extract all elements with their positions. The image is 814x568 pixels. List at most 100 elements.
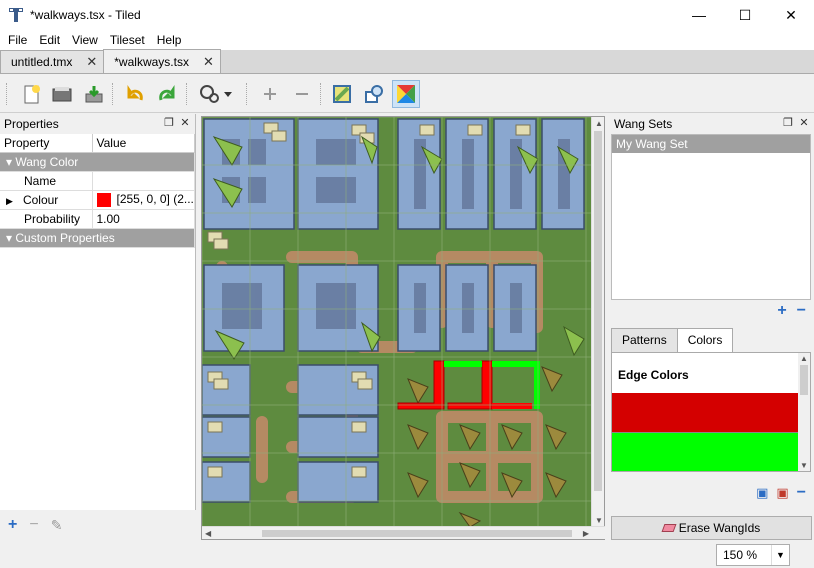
edge-color-green[interactable]: [612, 433, 810, 471]
property-value[interactable]: 1.00: [92, 209, 195, 229]
tab-close-icon[interactable]: ✕: [86, 54, 97, 70]
wang-set-item[interactable]: My Wang Set: [612, 135, 810, 153]
property-value[interactable]: [255, 0, 0] (2...: [117, 192, 194, 206]
menu-file[interactable]: File: [2, 30, 33, 50]
add-wang-set-icon[interactable]: +: [777, 302, 786, 320]
add-corner-color-icon[interactable]: ▣: [776, 485, 788, 501]
colors-scrollbar[interactable]: ▲ ▼: [798, 353, 810, 471]
undo-button[interactable]: [122, 80, 150, 108]
colors-scroll-thumb[interactable]: [800, 365, 808, 395]
rename-property-icon[interactable]: ✎: [51, 517, 63, 534]
minimize-button[interactable]: —: [676, 0, 722, 30]
add-edge-color-icon[interactable]: ▣: [756, 485, 768, 501]
property-name: Probability: [0, 209, 93, 229]
edit-collision-button[interactable]: [360, 80, 388, 108]
remove-color-icon[interactable]: −: [797, 484, 806, 502]
properties-panel-title-bar: Properties ❐ ✕: [0, 114, 195, 134]
remove-wang-set-icon[interactable]: −: [797, 302, 806, 320]
property-value[interactable]: [92, 171, 195, 191]
vertical-scroll-thumb[interactable]: [594, 131, 602, 491]
tab-walkways-tsx[interactable]: *walkways.tsx ✕: [103, 49, 221, 73]
zoom-combobox[interactable]: 150 % ▼: [716, 544, 790, 566]
column-header-property[interactable]: Property: [0, 134, 93, 153]
eraser-icon: [661, 524, 677, 532]
close-button[interactable]: ✕: [768, 0, 814, 30]
tileset-image: [202, 117, 592, 527]
undock-icon[interactable]: ❐: [163, 117, 175, 129]
toolbar-separator: [186, 83, 188, 105]
toolbar-separator: [112, 83, 114, 105]
new-file-button[interactable]: [18, 80, 46, 108]
undock-icon[interactable]: ❐: [782, 117, 794, 129]
horizontal-scroll-thumb[interactable]: [262, 530, 572, 537]
chevron-down-icon[interactable]: ▼: [771, 545, 789, 565]
remove-property-icon[interactable]: −: [29, 516, 38, 534]
tab-colors[interactable]: Colors: [676, 328, 734, 352]
menu-tileset[interactable]: Tileset: [104, 30, 151, 50]
menu-edit[interactable]: Edit: [33, 30, 66, 50]
property-row[interactable]: ▶ Colour [255, 0, 0] (2...: [0, 190, 195, 210]
minus-icon: [296, 93, 308, 95]
tab-label: untitled.tmx: [11, 55, 73, 69]
toolbar-separator: [320, 83, 322, 105]
toolbar-grip: [6, 83, 8, 105]
erase-wangids-button[interactable]: Erase WangIds: [611, 516, 812, 540]
tileset-vertical-scrollbar[interactable]: ▲ ▼: [591, 117, 604, 527]
title-bar: *walkways.tsx - Tiled — ☐ ✕: [0, 0, 814, 30]
wang-sets-title-bar: Wang Sets ❐ ✕: [610, 114, 814, 134]
toolbar-separator: [246, 83, 248, 105]
zoom-value: 150 %: [723, 548, 758, 562]
scroll-down-icon[interactable]: ▼: [595, 516, 603, 525]
save-icon: [85, 86, 103, 103]
open-file-button[interactable]: [48, 80, 76, 108]
tileset-view: ▲ ▼ ◀ ▶: [201, 116, 605, 540]
wang-subtabs: Patterns Colors: [611, 328, 734, 352]
property-row[interactable]: Name: [0, 171, 195, 191]
close-panel-icon[interactable]: ✕: [179, 117, 191, 129]
tab-patterns[interactable]: Patterns: [611, 328, 678, 352]
scroll-up-icon[interactable]: ▲: [800, 354, 808, 363]
scroll-down-icon[interactable]: ▼: [800, 461, 808, 470]
group-custom-properties[interactable]: ▾ Custom Properties: [0, 228, 195, 248]
new-file-icon: [24, 85, 40, 104]
save-file-button[interactable]: [80, 80, 108, 108]
menu-view[interactable]: View: [66, 30, 104, 50]
tab-close-icon[interactable]: ✕: [203, 54, 214, 70]
wang-colors-list: Edge Colors ▲ ▼: [611, 352, 811, 472]
group-wang-color[interactable]: ▾ Wang Color: [0, 152, 195, 172]
colour-swatch[interactable]: [96, 192, 111, 207]
scroll-up-icon[interactable]: ▲: [595, 119, 603, 128]
scroll-right-icon[interactable]: ▶: [583, 529, 589, 538]
edge-color-red[interactable]: [612, 393, 810, 433]
wang-sets-list[interactable]: My Wang Set: [611, 134, 811, 300]
tileset-canvas[interactable]: [202, 117, 592, 527]
maximize-button[interactable]: ☐: [722, 0, 768, 30]
main-toolbar: [0, 75, 814, 113]
tileset-horizontal-scrollbar[interactable]: ◀ ▶: [202, 526, 605, 539]
property-row[interactable]: Probability 1.00: [0, 209, 195, 229]
add-tiles-button[interactable]: [256, 80, 284, 108]
menu-help[interactable]: Help: [151, 30, 188, 50]
group-label: Custom Properties: [15, 230, 115, 245]
scroll-left-icon[interactable]: ◀: [205, 529, 211, 538]
edit-terrain-button[interactable]: [328, 80, 356, 108]
add-property-icon[interactable]: +: [8, 516, 17, 534]
redo-button[interactable]: [152, 80, 180, 108]
group-label: Wang Color: [15, 154, 79, 169]
open-folder-icon: [52, 87, 72, 102]
edge-colors-heading: Edge Colors: [618, 368, 689, 382]
erase-wangids-label: Erase WangIds: [678, 521, 761, 535]
column-header-value[interactable]: Value: [92, 134, 195, 153]
redo-icon: [159, 85, 175, 101]
gears-icon: [200, 85, 232, 103]
tileset-properties-menu-button[interactable]: [196, 80, 236, 108]
expand-arrow-icon[interactable]: ▶: [6, 196, 13, 206]
close-panel-icon[interactable]: ✕: [798, 117, 810, 129]
edit-wang-sets-button[interactable]: [392, 80, 420, 108]
properties-panel-title: Properties: [4, 117, 59, 131]
plus-icon: [264, 88, 276, 100]
terrain-icon: [333, 85, 351, 103]
menu-bar: File Edit View Tileset Help: [0, 30, 814, 50]
remove-tiles-button[interactable]: [288, 80, 316, 108]
tab-untitled-tmx[interactable]: untitled.tmx ✕: [0, 50, 105, 73]
